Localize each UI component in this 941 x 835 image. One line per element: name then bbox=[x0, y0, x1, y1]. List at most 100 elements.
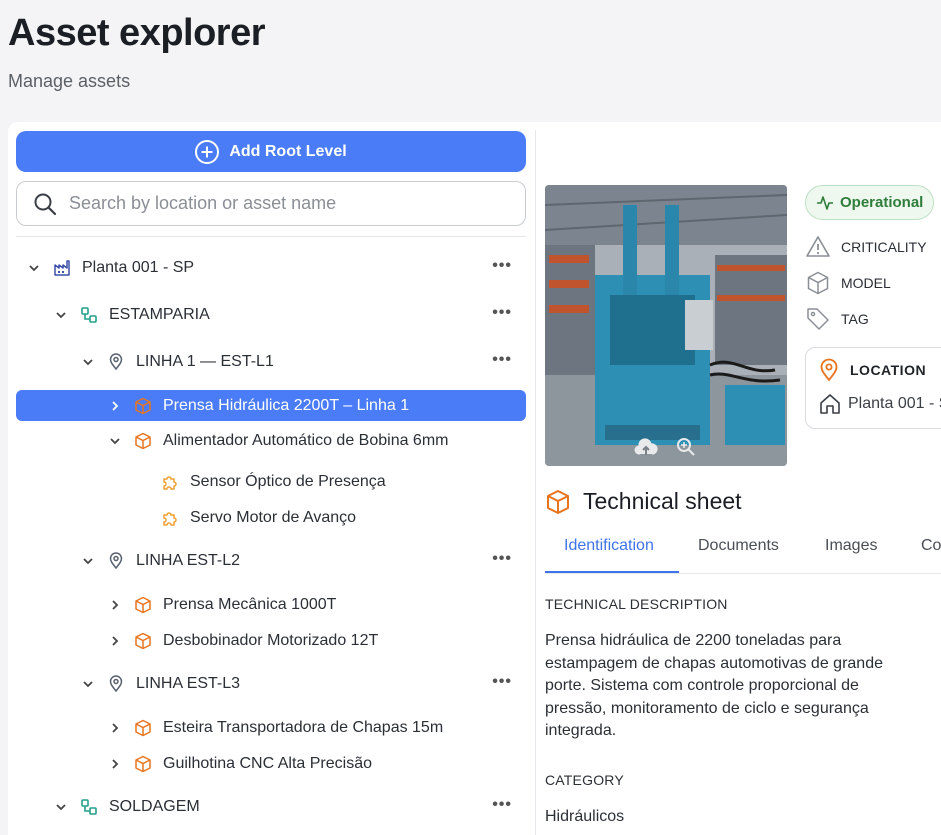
chevron-right-icon[interactable] bbox=[107, 720, 123, 736]
more-options-icon[interactable]: ••• bbox=[492, 674, 512, 690]
tab-documents[interactable]: Documents bbox=[698, 537, 779, 555]
chevron-down-icon[interactable] bbox=[80, 354, 96, 370]
detail-tabs: Identification Documents Images Co bbox=[545, 531, 941, 574]
tree-node-linha-est-l3[interactable]: LINHA EST-L3 ••• bbox=[16, 668, 526, 700]
tree-node-linha-est-l2[interactable]: LINHA EST-L2 ••• bbox=[16, 545, 526, 577]
chevron-down-icon[interactable] bbox=[80, 676, 96, 692]
tree-node-label: Sensor Óptico de Presença bbox=[190, 473, 386, 490]
tree-node-label: Alimentador Automático de Bobina 6mm bbox=[163, 432, 449, 449]
tree-node-guilhotina[interactable]: Guilhotina CNC Alta Precisão bbox=[16, 748, 526, 780]
photo-actions bbox=[634, 437, 696, 457]
search-divider bbox=[16, 236, 526, 237]
technical-description: Prensa hidráulica de 2200 toneladas para… bbox=[545, 632, 883, 740]
location-value: Planta 001 - SP bbox=[848, 395, 941, 412]
search-icon bbox=[34, 193, 57, 215]
chevron-right-icon[interactable] bbox=[107, 633, 123, 649]
tree-node-alimentador[interactable]: Alimentador Automático de Bobina 6mm bbox=[16, 425, 526, 457]
meta-model: MODEL bbox=[805, 270, 891, 296]
chevron-right-icon[interactable] bbox=[107, 756, 123, 772]
status-label: Operational bbox=[840, 194, 924, 211]
page-subtitle: Manage assets bbox=[8, 71, 131, 91]
activity-pulse-icon bbox=[817, 195, 833, 210]
tree-node-label: LINHA EST-L2 bbox=[136, 552, 241, 569]
tag-label: TAG bbox=[841, 311, 869, 327]
more-options-icon[interactable]: ••• bbox=[492, 797, 512, 813]
panel-divider bbox=[535, 130, 536, 835]
location-pin-icon bbox=[106, 352, 126, 372]
search-input[interactable] bbox=[69, 193, 509, 214]
location-header: LOCATION bbox=[818, 358, 926, 382]
tree-node-label: Desbobinador Motorizado 12T bbox=[163, 632, 379, 649]
plus-circle-icon bbox=[195, 139, 220, 164]
meta-criticality: CRITICALITY bbox=[805, 234, 927, 260]
tree-node-linha-1[interactable]: LINHA 1 — EST-L1 ••• bbox=[16, 346, 526, 378]
category-value: Hidráulicos bbox=[545, 808, 625, 825]
tree-node-label: Guilhotina CNC Alta Precisão bbox=[163, 755, 372, 772]
tab-identification[interactable]: Identification bbox=[564, 537, 654, 555]
component-puzzle-icon bbox=[160, 472, 180, 492]
tree-node-prensa-mecanica[interactable]: Prensa Mecânica 1000T bbox=[16, 589, 526, 621]
tree-node-prensa-hidraulica[interactable]: Prensa Hidráulica 2200T – Linha 1 bbox=[16, 390, 526, 421]
component-puzzle-icon bbox=[160, 508, 180, 528]
add-root-level-button[interactable]: Add Root Level bbox=[16, 131, 526, 172]
technical-sheet-title: Technical sheet bbox=[583, 488, 742, 514]
chevron-down-icon[interactable] bbox=[53, 307, 69, 323]
tree-node-label: Planta 001 - SP bbox=[82, 259, 195, 276]
asset-box-icon bbox=[133, 754, 153, 774]
more-options-icon[interactable]: ••• bbox=[492, 258, 512, 274]
location-pin-icon bbox=[820, 358, 838, 382]
hierarchy-icon bbox=[79, 797, 99, 817]
tree-node-soldagem[interactable]: SOLDAGEM ••• bbox=[16, 791, 526, 823]
category-label: CATEGORY bbox=[545, 772, 624, 788]
tab-partial[interactable]: Co bbox=[921, 537, 941, 555]
tab-images[interactable]: Images bbox=[825, 537, 877, 555]
tree-node-label: Servo Motor de Avanço bbox=[190, 509, 357, 526]
tree-node-planta[interactable]: Planta 001 - SP ••• bbox=[16, 252, 526, 284]
model-label: MODEL bbox=[841, 275, 891, 291]
hierarchy-icon bbox=[79, 305, 99, 325]
tree-node-label: SOLDAGEM bbox=[109, 798, 200, 815]
tree-node-label: Prensa Mecânica 1000T bbox=[163, 596, 337, 613]
more-options-icon[interactable]: ••• bbox=[492, 352, 512, 368]
asset-box-icon bbox=[133, 718, 153, 738]
more-options-icon[interactable]: ••• bbox=[492, 305, 512, 321]
tree-node-desbobinador[interactable]: Desbobinador Motorizado 12T bbox=[16, 625, 526, 657]
asset-photo[interactable] bbox=[545, 185, 787, 466]
meta-tag: TAG bbox=[805, 306, 869, 332]
location-label: LOCATION bbox=[850, 362, 927, 378]
chevron-right-icon[interactable] bbox=[107, 398, 123, 414]
status-badge: Operational bbox=[805, 185, 934, 220]
tree-node-label: Esteira Transportadora de Chapas 15m bbox=[163, 719, 444, 736]
tree-node-esteira[interactable]: Esteira Transportadora de Chapas 15m bbox=[16, 712, 526, 744]
chevron-down-icon[interactable] bbox=[107, 433, 123, 449]
tag-icon bbox=[807, 308, 829, 330]
chevron-right-icon[interactable] bbox=[107, 597, 123, 613]
asset-box-icon bbox=[133, 431, 153, 451]
home-icon bbox=[820, 394, 840, 414]
location-pin-icon bbox=[106, 551, 126, 571]
technical-sheet-heading: Technical sheet bbox=[545, 488, 742, 515]
tree-node-sensor-optico[interactable]: Sensor Óptico de Presença bbox=[16, 466, 526, 498]
search-box bbox=[16, 181, 526, 226]
factory-icon bbox=[52, 258, 72, 278]
chevron-down-icon[interactable] bbox=[53, 799, 69, 815]
location-value-row: Planta 001 - SP bbox=[818, 392, 941, 416]
zoom-in-icon[interactable] bbox=[676, 437, 696, 457]
page-title: Asset explorer bbox=[8, 12, 266, 54]
tree-node-estamparia[interactable]: ESTAMPARIA ••• bbox=[16, 299, 526, 331]
cube-icon bbox=[807, 271, 829, 295]
upload-cloud-icon[interactable] bbox=[634, 437, 658, 457]
technical-description-label: TECHNICAL DESCRIPTION bbox=[545, 596, 728, 612]
tree-node-label: Prensa Hidráulica 2200T – Linha 1 bbox=[163, 396, 410, 414]
tree-node-label: LINHA 1 — EST-L1 bbox=[136, 353, 274, 370]
criticality-label: CRITICALITY bbox=[841, 239, 927, 255]
chevron-down-icon[interactable] bbox=[80, 553, 96, 569]
tree-node-servo-motor[interactable]: Servo Motor de Avanço bbox=[16, 502, 526, 534]
warning-triangle-icon bbox=[806, 236, 830, 257]
more-options-icon[interactable]: ••• bbox=[492, 551, 512, 567]
asset-box-icon bbox=[547, 489, 569, 514]
location-card: LOCATION Planta 001 - SP bbox=[805, 347, 941, 429]
location-pin-icon bbox=[106, 674, 126, 694]
chevron-down-icon[interactable] bbox=[26, 260, 42, 276]
add-root-level-label: Add Root Level bbox=[229, 142, 347, 160]
